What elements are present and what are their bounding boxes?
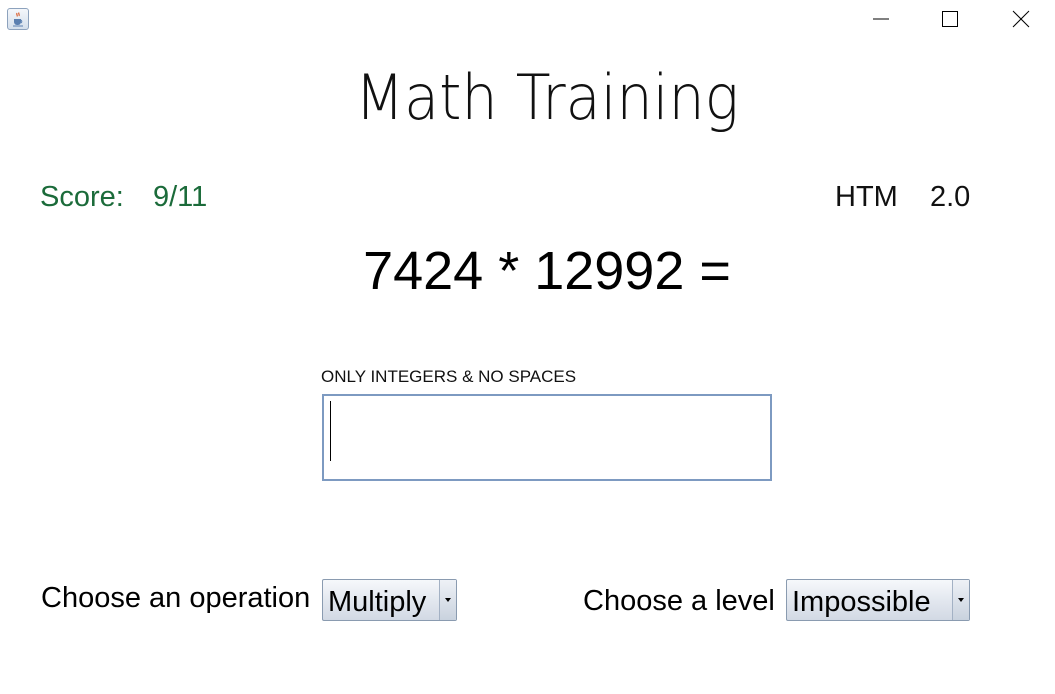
- text-caret: [330, 401, 331, 461]
- answer-input[interactable]: [322, 394, 772, 481]
- close-button[interactable]: [998, 2, 1044, 36]
- level-dropdown[interactable]: Impossible: [786, 579, 970, 621]
- operation-selected: Multiply: [328, 586, 427, 618]
- score-value: 9/11: [153, 181, 208, 213]
- minimize-button[interactable]: [858, 2, 904, 36]
- version-number: 2.0: [930, 181, 971, 213]
- close-icon: [1012, 10, 1030, 28]
- score-label: Score:: [40, 181, 124, 213]
- dropdown-arrow-icon[interactable]: [439, 580, 456, 620]
- maximize-icon: [942, 11, 958, 27]
- dropdown-arrow-icon[interactable]: [952, 580, 969, 620]
- answer-hint: ONLY INTEGERS & NO SPACES: [321, 367, 577, 386]
- page-title: Math Training: [354, 61, 739, 134]
- brand-name: HTM: [835, 181, 898, 213]
- java-cup-icon[interactable]: [7, 8, 29, 30]
- operation-dropdown[interactable]: Multiply: [322, 579, 457, 621]
- operation-label: Choose an operation: [41, 582, 311, 614]
- level-selected: Impossible: [792, 586, 931, 618]
- equation-prompt: 7424 * 12992 =: [363, 241, 731, 301]
- minimize-icon: [873, 18, 889, 20]
- level-label: Choose a level: [583, 585, 775, 617]
- maximize-button[interactable]: [927, 2, 973, 36]
